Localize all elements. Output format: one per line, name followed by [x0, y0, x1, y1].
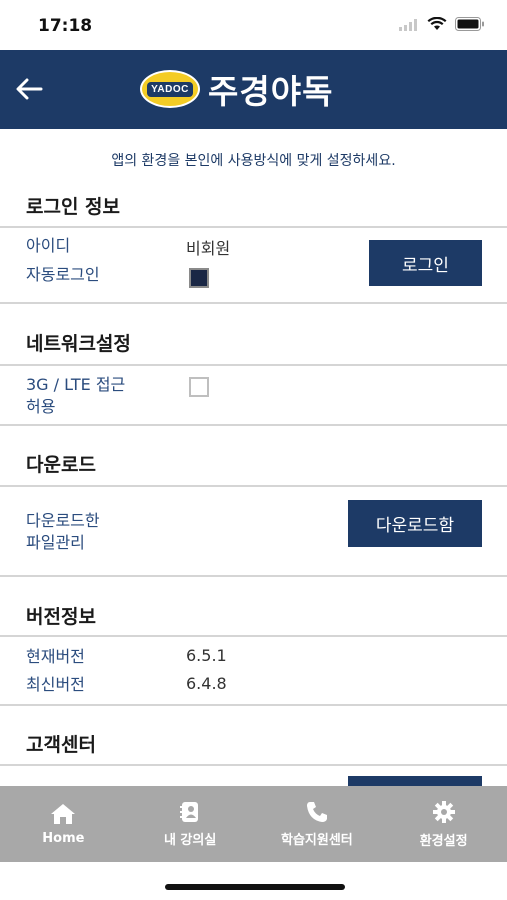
app-header: YADOC 주경야독	[0, 50, 507, 129]
downloaded-files-label: 다운로드한 파일관리	[26, 510, 100, 554]
lte-access-label-line1: 3G / LTE 접근	[26, 375, 126, 394]
id-value: 비회원	[186, 239, 231, 258]
section-title-support: 고객센터	[26, 734, 96, 756]
lte-access-checkbox[interactable]	[189, 377, 209, 397]
battery-icon	[455, 16, 485, 35]
divider	[0, 764, 507, 766]
logo-badge-text: YADOC	[147, 81, 193, 97]
tab-support-center[interactable]: 학습지원센터	[254, 786, 381, 862]
divider	[0, 364, 507, 366]
section-title-login: 로그인 정보	[26, 196, 121, 218]
home-indicator[interactable]	[165, 884, 345, 890]
section-title-network: 네트워크설정	[26, 333, 131, 355]
back-arrow-icon	[16, 78, 43, 100]
status-icons	[399, 16, 485, 34]
phone-icon	[306, 801, 327, 822]
back-button[interactable]	[12, 72, 46, 106]
downloaded-files-label-line2: 파일관리	[26, 533, 85, 552]
tab-home[interactable]: Home	[0, 786, 127, 862]
current-version-label: 현재버전	[26, 647, 85, 666]
divider	[0, 635, 507, 637]
auto-login-label: 자동로그인	[26, 265, 100, 284]
latest-version-value: 6.4.8	[186, 674, 227, 693]
divider	[0, 704, 507, 706]
latest-version-label: 최신버전	[26, 675, 85, 694]
section-title-download: 다운로드	[26, 454, 96, 476]
yadoc-logo-icon: YADOC	[140, 70, 200, 108]
downloaded-files-label-line1: 다운로드한	[26, 511, 100, 530]
classroom-icon	[180, 801, 199, 822]
section-title-version: 버전정보	[26, 606, 96, 628]
signal-icon	[399, 16, 419, 35]
tab-classroom[interactable]: 내 강의실	[127, 786, 254, 862]
divider	[0, 302, 507, 304]
tab-home-label: Home	[42, 830, 85, 846]
status-bar: 17:18	[0, 0, 507, 50]
status-time: 17:18	[38, 16, 93, 36]
app-logo: YADOC 주경야독	[140, 66, 333, 112]
login-button[interactable]: 로그인	[369, 240, 482, 286]
current-version-value: 6.5.1	[186, 646, 227, 665]
gear-icon	[432, 800, 455, 823]
divider	[0, 424, 507, 426]
download-box-button[interactable]: 다운로드함	[348, 500, 482, 547]
lte-access-label-line2: 허용	[26, 397, 56, 416]
auto-login-checkbox[interactable]	[189, 268, 209, 288]
divider	[0, 226, 507, 228]
tab-settings-label: 환경설정	[419, 833, 468, 849]
home-icon	[51, 803, 76, 824]
divider	[0, 485, 507, 487]
divider	[0, 575, 507, 577]
app-title: 주경야독	[208, 72, 334, 111]
tab-support-center-label: 학습지원센터	[280, 832, 353, 848]
intro-text: 앱의 환경을 본인에 사용방식에 맞게 설정하세요.	[111, 153, 396, 169]
bottom-tab-bar: Home 내 강의실 학습지원센터 환경설정	[0, 786, 507, 862]
wifi-icon	[427, 16, 447, 35]
tab-settings[interactable]: 환경설정	[380, 786, 507, 862]
tab-classroom-label: 내 강의실	[163, 832, 217, 848]
id-label: 아이디	[26, 236, 71, 255]
lte-access-label: 3G / LTE 접근 허용	[26, 374, 125, 418]
